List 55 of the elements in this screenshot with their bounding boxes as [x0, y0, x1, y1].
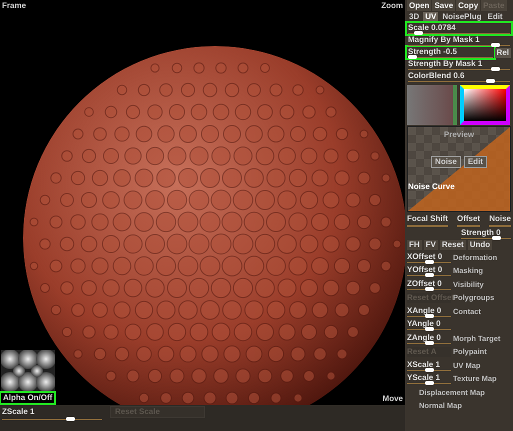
file-button[interactable]: Save	[432, 0, 456, 11]
tab[interactable]: NoisePlug	[440, 12, 484, 22]
setting-slider[interactable]: ColorBlend 0.6	[407, 71, 511, 82]
transform-slider[interactable]: YOffset 0	[407, 265, 451, 276]
slider-thumb[interactable]	[492, 236, 501, 240]
slider-thumb[interactable]	[490, 43, 500, 47]
curve-strength-slider[interactable]: Strength 0	[461, 228, 511, 239]
slider-thumb[interactable]	[408, 55, 418, 59]
zoom-label[interactable]: Zoom	[381, 0, 403, 12]
curve-control[interactable]: Focal Shift	[407, 213, 448, 227]
slider-thumb[interactable]	[486, 79, 495, 83]
alpha-thumbnail-drawing[interactable]	[1, 350, 55, 393]
slider-thumb[interactable]	[425, 273, 434, 278]
preview-button[interactable]: Noise	[431, 156, 461, 168]
alpha-toggle-button[interactable]: Alpha On/Off	[1, 393, 54, 403]
curve-control[interactable]: Offset	[456, 213, 480, 227]
setting-slider[interactable]: Magnify By Mask 1	[407, 35, 511, 46]
setting-slider[interactable]: Strength -0.5	[407, 47, 494, 58]
curve-tool-button[interactable]: Reset	[440, 240, 466, 250]
slider-thumb[interactable]	[425, 381, 434, 386]
slider-thumb[interactable]	[66, 417, 75, 421]
slider-thumb[interactable]	[425, 286, 434, 291]
transform-slider[interactable]: XOffset 0	[407, 252, 451, 263]
transform-slider[interactable]: ZAngle 0	[407, 332, 451, 344]
frame-label[interactable]: Frame	[2, 0, 26, 12]
curve-tool-button[interactable]: FV	[424, 240, 438, 250]
transform-slider[interactable]: XAngle 0	[407, 306, 451, 317]
transform-slider[interactable]: ZOffset 0	[407, 278, 451, 290]
slider-thumb[interactable]	[490, 67, 500, 71]
slider-thumb[interactable]	[425, 314, 434, 318]
transform-slider[interactable]: XScale 1	[407, 360, 451, 371]
slider-thumb[interactable]	[414, 31, 424, 35]
curve-control[interactable]: Noise	[489, 213, 511, 227]
setting-slider[interactable]: Scale 0.0784	[407, 23, 511, 34]
slider-thumb[interactable]	[425, 260, 434, 264]
zscale-slider[interactable]: ZScale 1	[2, 406, 102, 420]
slider-thumb[interactable]	[425, 368, 434, 372]
transform-slider[interactable]: YScale 1	[407, 373, 451, 384]
color-picker-drawing[interactable]	[407, 85, 457, 125]
rel-button[interactable]: Rel	[494, 48, 511, 58]
file-button[interactable]: Open	[407, 0, 432, 11]
curve-tool-button[interactable]: FH	[407, 240, 422, 250]
tab[interactable]: 3D	[407, 12, 422, 22]
transform-slider[interactable]: YAngle 0	[407, 319, 451, 330]
noise-preview[interactable]: Preview Noise Edit Noise Curve	[407, 126, 511, 212]
preview-button[interactable]: Edit	[464, 156, 487, 168]
tab[interactable]: UV	[423, 12, 438, 22]
slider-thumb[interactable]	[425, 340, 434, 345]
curve-tool-button[interactable]: Undo	[468, 240, 492, 250]
setting-slider[interactable]: Strength By Mask 1	[407, 59, 511, 70]
preview-title: Preview	[444, 129, 474, 141]
slider-thumb[interactable]	[425, 327, 434, 332]
file-button[interactable]: Copy	[456, 0, 480, 11]
noise-curve-label: Noise Curve	[408, 181, 455, 193]
tab[interactable]: Edit	[485, 12, 505, 22]
